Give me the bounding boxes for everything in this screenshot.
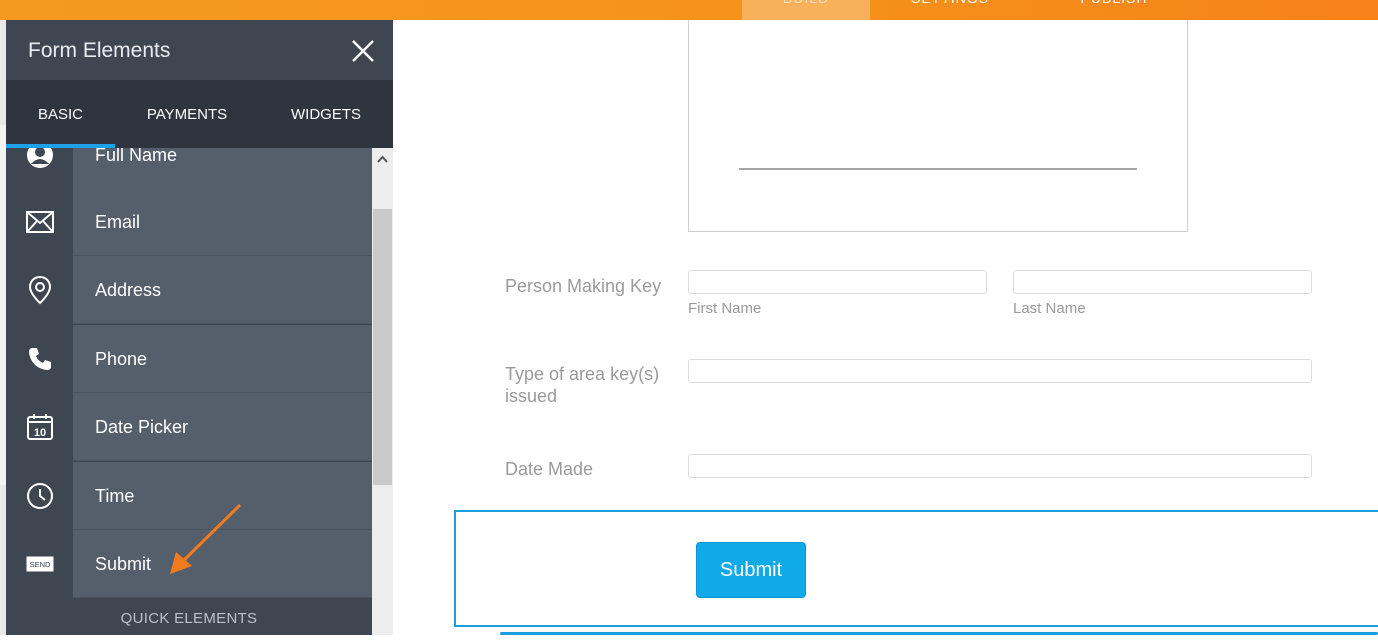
location-pin-icon bbox=[6, 256, 73, 324]
submit-button[interactable]: Submit bbox=[696, 542, 806, 598]
envelope-icon bbox=[6, 188, 73, 256]
tab-settings[interactable]: SETTINGS bbox=[880, 0, 1020, 20]
person-making-key-label: Person Making Key bbox=[505, 276, 662, 296]
tab-build[interactable]: BUILD bbox=[742, 0, 870, 20]
first-name-sublabel: First Name bbox=[688, 300, 762, 317]
tab-payments[interactable]: PAYMENTS bbox=[123, 80, 251, 148]
element-address[interactable]: Address bbox=[6, 256, 372, 324]
element-full-name[interactable]: Full Name bbox=[6, 148, 372, 189]
scroll-thumb[interactable] bbox=[373, 209, 392, 485]
element-phone[interactable]: Phone bbox=[6, 325, 372, 393]
date-made-input[interactable] bbox=[688, 454, 1312, 478]
signature-box[interactable] bbox=[688, 20, 1188, 232]
tab-basic[interactable]: BASIC bbox=[6, 80, 115, 148]
quick-elements-footer[interactable]: QUICK ELEMENTS bbox=[6, 598, 372, 635]
element-date-picker[interactable]: 10 Date Picker bbox=[6, 393, 372, 461]
calendar-icon: 10 bbox=[6, 393, 73, 461]
panel-title: Form Elements bbox=[28, 39, 171, 62]
user-icon bbox=[6, 148, 73, 189]
send-text: SEND bbox=[29, 560, 50, 569]
annotation-arrow-icon bbox=[170, 503, 242, 574]
panel-scrollbar[interactable] bbox=[372, 148, 393, 635]
element-label: Phone bbox=[95, 349, 148, 369]
tab-publish[interactable]: PUBLISH bbox=[1050, 0, 1178, 20]
panel-tabs: BASIC PAYMENTS WIDGETS bbox=[6, 80, 393, 148]
phone-icon bbox=[6, 325, 73, 393]
clock-icon bbox=[6, 462, 73, 530]
close-icon[interactable] bbox=[350, 38, 376, 64]
panel-header: Form Elements bbox=[6, 20, 393, 80]
signature-line bbox=[739, 168, 1137, 170]
tab-widgets[interactable]: WIDGETS bbox=[271, 80, 381, 148]
send-icon: SEND bbox=[6, 530, 73, 598]
date-made-label: Date Made bbox=[505, 459, 594, 479]
last-name-input[interactable] bbox=[1013, 270, 1312, 294]
first-name-input[interactable] bbox=[688, 270, 987, 294]
element-label: Submit bbox=[95, 554, 152, 574]
top-nav-bar: BUILD SETTINGS PUBLISH bbox=[0, 0, 1378, 20]
area-key-input[interactable] bbox=[688, 359, 1312, 383]
element-label: Time bbox=[95, 486, 135, 506]
element-email[interactable]: Email bbox=[6, 188, 372, 256]
area-key-label: Type of area key(s) issued bbox=[505, 364, 660, 406]
element-label: Email bbox=[95, 212, 141, 232]
submit-field-selected[interactable] bbox=[454, 510, 1378, 627]
element-label: Date Picker bbox=[95, 417, 189, 437]
element-label: Full Name bbox=[95, 148, 178, 165]
element-label: Address bbox=[95, 280, 162, 300]
scroll-up-icon[interactable] bbox=[376, 154, 389, 164]
last-name-sublabel: Last Name bbox=[1013, 300, 1086, 317]
calendar-day: 10 bbox=[33, 427, 45, 439]
